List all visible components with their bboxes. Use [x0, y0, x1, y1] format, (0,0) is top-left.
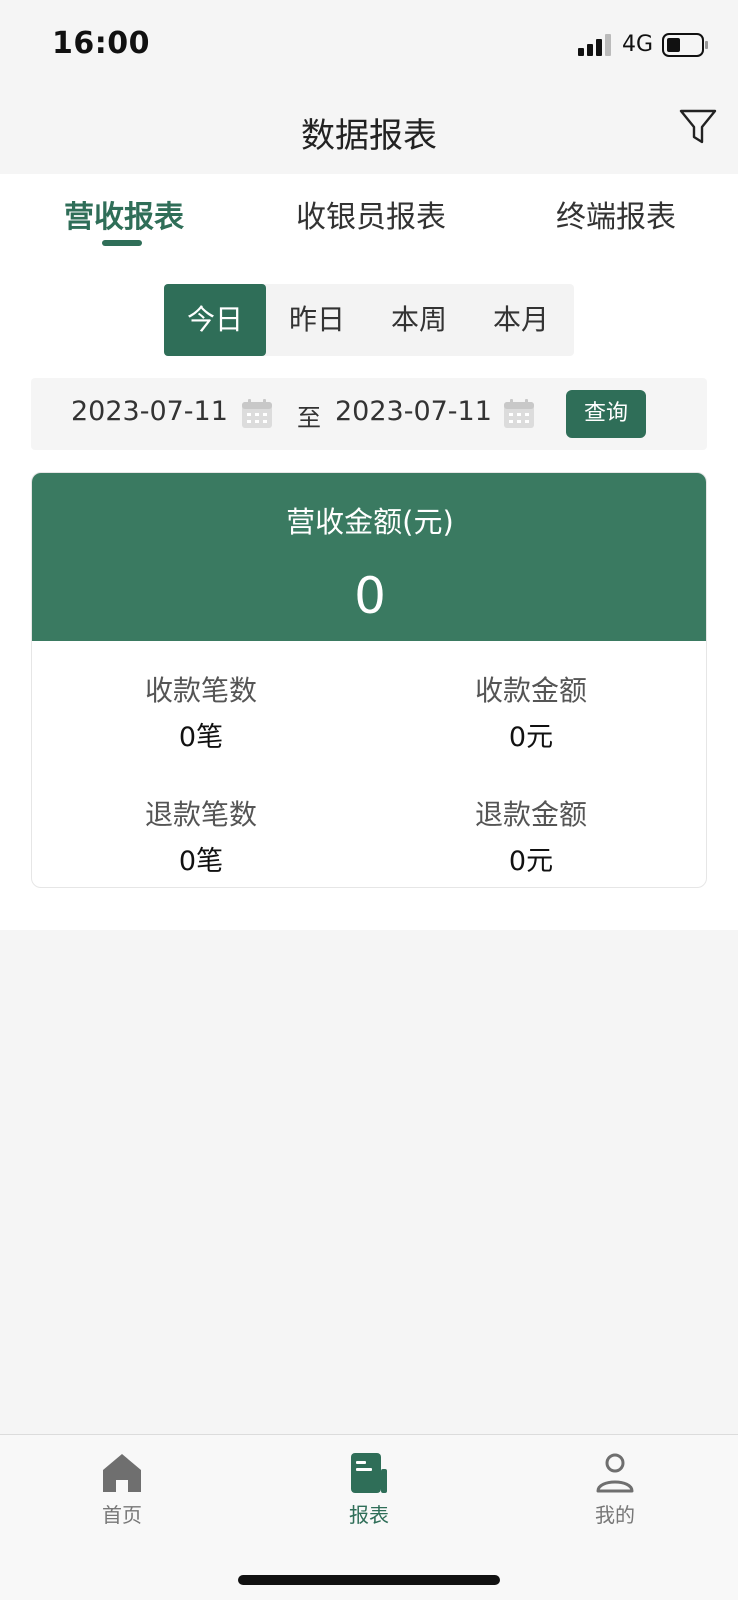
period-this-week-button[interactable]: 本周	[368, 284, 470, 356]
tab-cashier-report[interactable]: 收银员报表	[296, 192, 446, 236]
period-this-month-button[interactable]: 本月	[470, 284, 572, 356]
tab-terminal-report[interactable]: 终端报表	[556, 192, 676, 236]
tabbar-label: 我的	[595, 1503, 635, 1527]
page-title: 数据报表	[301, 116, 437, 156]
filter-icon[interactable]	[678, 106, 718, 146]
stat-label: 退款金额	[474, 798, 587, 831]
date-range-row: 2023-07-11 至 2023-07-11 查询	[31, 378, 707, 450]
calendar-icon[interactable]	[503, 398, 535, 430]
tabbar-profile[interactable]: 我的	[555, 1451, 675, 1528]
stat-label: 收款笔数	[144, 674, 257, 707]
stat-value: 0笔	[178, 846, 224, 877]
stat-label: 退款笔数	[144, 798, 257, 831]
bottom-tab-bar: 首页 报表 我的	[0, 1434, 738, 1600]
stat-value: 0元	[508, 722, 554, 753]
revenue-summary-header: 营收金额(元) 0	[32, 473, 706, 641]
period-yesterday-button[interactable]: 昨日	[266, 284, 368, 356]
tabbar-home[interactable]: 首页	[62, 1451, 182, 1528]
revenue-summary-card: 营收金额(元) 0 收款笔数 0笔 收款金额 0元 退款笔数 0笔 退款金额 0…	[31, 472, 707, 888]
stat-refund-amount: 退款金额 0元	[362, 793, 700, 878]
profile-icon	[596, 1453, 634, 1493]
battery-icon	[662, 33, 708, 57]
network-label: 4G	[622, 32, 654, 57]
start-date-field[interactable]: 2023-07-11	[71, 396, 228, 427]
content-panel: 营收报表 收银员报表 终端报表 今日 昨日 本周 本月 2023-07-11 至…	[0, 174, 738, 930]
report-icon	[351, 1453, 387, 1493]
tabbar-label: 首页	[102, 1503, 142, 1527]
period-selector: 今日 昨日 本周 本月	[164, 284, 574, 356]
stat-value: 0元	[508, 846, 554, 877]
home-indicator	[238, 1575, 500, 1585]
revenue-amount-label: 营收金额(元)	[286, 505, 454, 539]
nav-bar: 数据报表	[0, 90, 738, 174]
stat-payment-amount: 收款金额 0元	[362, 669, 700, 754]
stat-refund-count: 退款笔数 0笔	[32, 793, 370, 878]
period-today-button[interactable]: 今日	[164, 284, 266, 356]
status-bar: 16:00 4G	[0, 0, 738, 90]
stat-label: 收款金额	[474, 674, 587, 707]
tabbar-report[interactable]: 报表	[309, 1451, 429, 1528]
report-tabs: 营收报表 收银员报表 终端报表	[0, 174, 738, 260]
query-button[interactable]: 查询	[566, 390, 646, 438]
end-date-field[interactable]: 2023-07-11	[335, 396, 492, 427]
tab-revenue-report[interactable]: 营收报表	[64, 192, 184, 236]
date-separator: 至	[297, 404, 321, 432]
stat-payment-count: 收款笔数 0笔	[32, 669, 370, 754]
calendar-icon[interactable]	[241, 398, 273, 430]
revenue-amount-value: 0	[354, 567, 386, 625]
tabbar-label: 报表	[349, 1503, 389, 1527]
home-icon	[103, 1454, 141, 1492]
stat-value: 0笔	[178, 722, 224, 753]
tab-indicator	[102, 240, 142, 246]
signal-icon	[578, 34, 611, 56]
status-time: 16:00	[52, 26, 150, 61]
